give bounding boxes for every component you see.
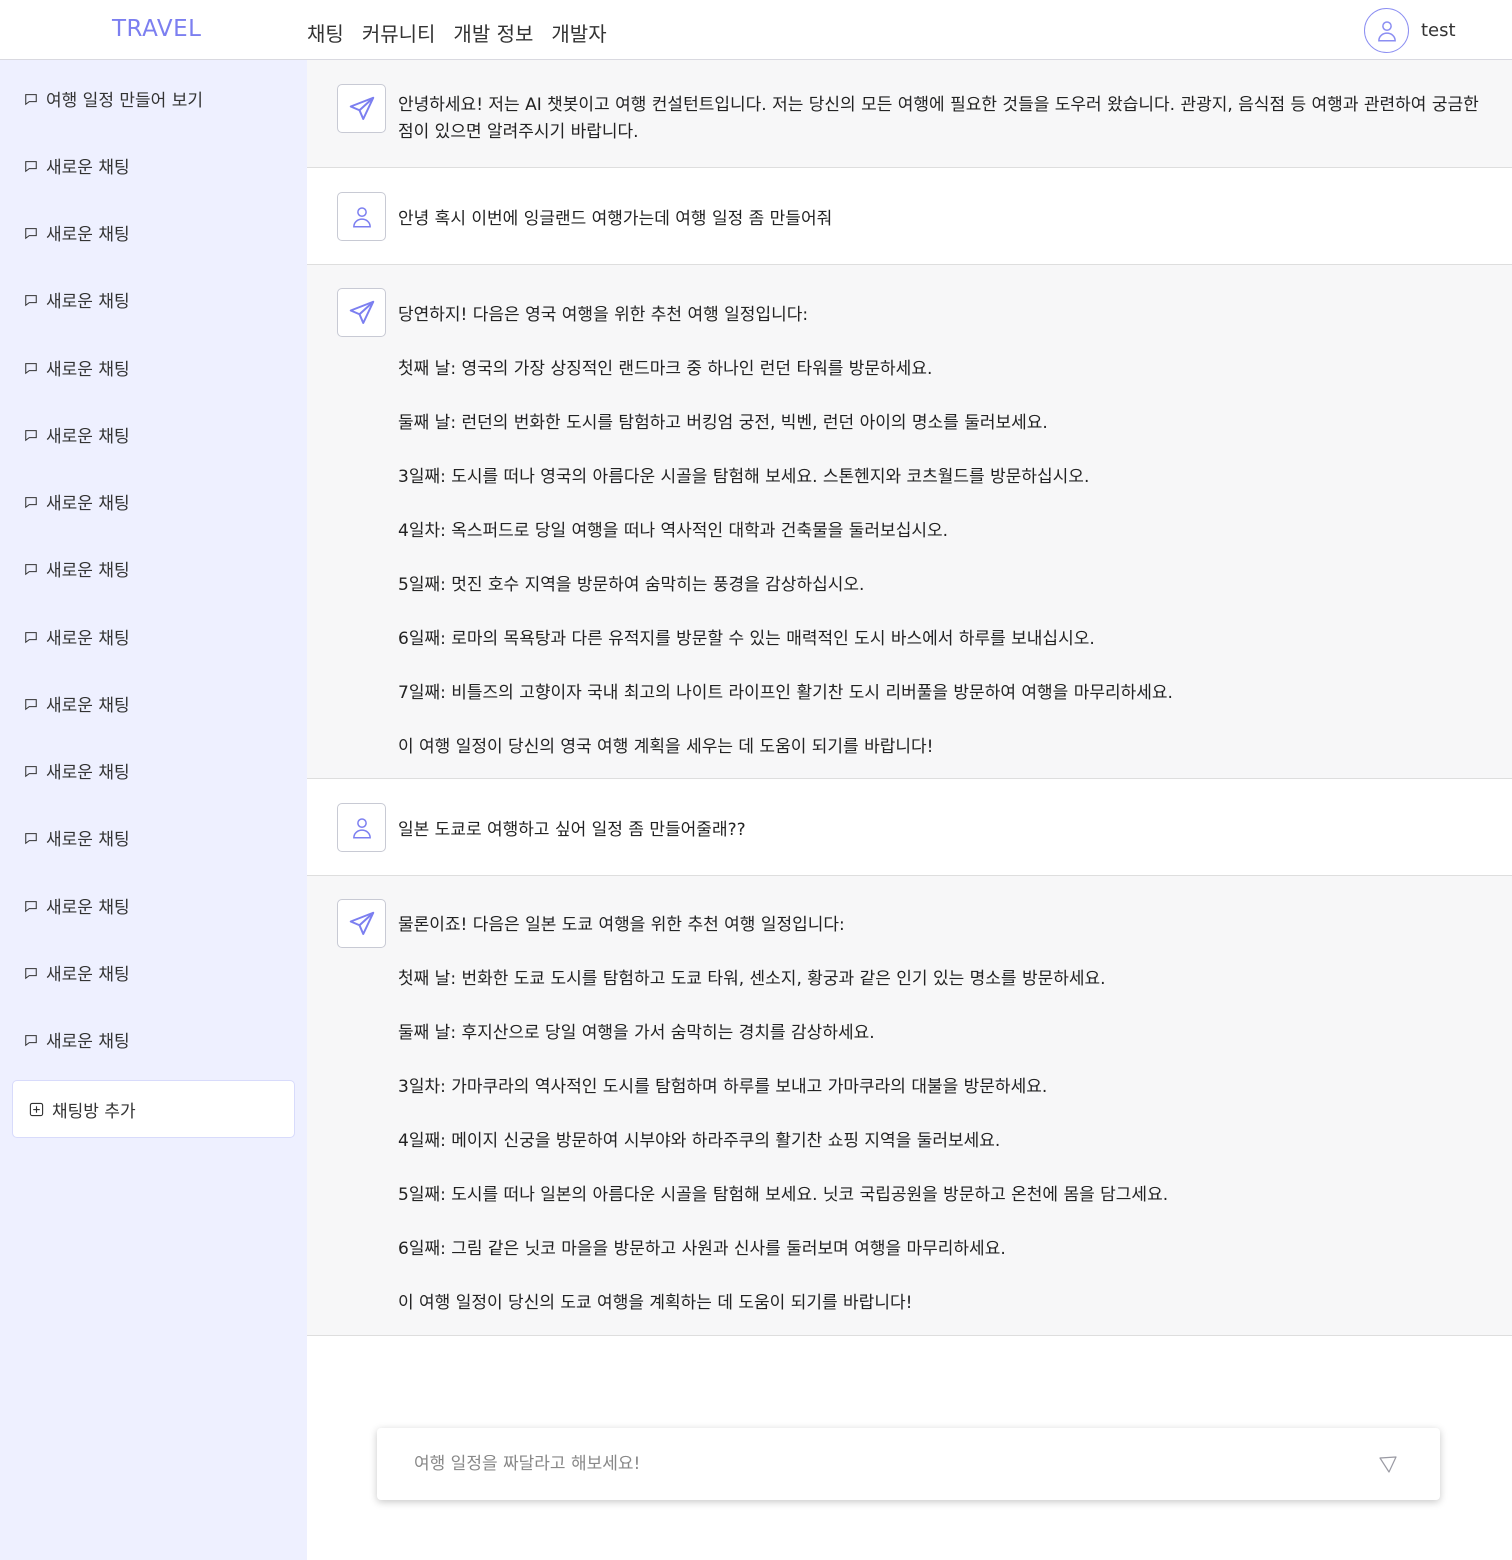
user-menu[interactable]: test xyxy=(1364,8,1456,53)
message-line: 5일째: 멋진 호수 지역을 방문하여 숨막히는 풍경을 감상하십시오. xyxy=(398,575,865,595)
sidebar-item-label: 새로운 채팅 xyxy=(46,494,130,514)
sidebar-item-chat[interactable]: 새로운 채팅 xyxy=(24,691,130,716)
message-line: 첫째 날: 영국의 가장 상징적인 랜드마크 중 하나인 런던 타워를 방문하세… xyxy=(398,359,933,379)
user-icon xyxy=(352,817,371,839)
message-line: 4일차: 옥스퍼드로 당일 여행을 떠나 역사적인 대학과 건축물을 둘러보십시… xyxy=(398,521,949,541)
sidebar-item-chat[interactable]: 새로운 채팅 xyxy=(24,624,130,649)
sidebar-item-label: 여행 일정 만들어 보기 xyxy=(46,91,203,111)
send-button[interactable] xyxy=(1378,1454,1400,1476)
sidebar-item-chat[interactable]: 새로운 채팅 xyxy=(24,825,130,850)
message-line: 물론이죠! 다음은 일본 도쿄 여행을 위한 추천 여행 일정입니다: xyxy=(398,915,845,935)
message-line: 둘째 날: 후지산으로 당일 여행을 가서 숨막히는 경치를 감상하세요. xyxy=(398,1023,875,1043)
top-navbar: TRAVEL 채팅 커뮤니티 개발 정보 개발자 test xyxy=(0,0,1512,60)
sidebar-item-chat[interactable]: 새로운 채팅 xyxy=(24,960,130,985)
bot-avatar xyxy=(337,899,386,948)
chat-bubble-icon xyxy=(24,159,38,173)
chat-input-box xyxy=(377,1428,1440,1500)
paper-plane-icon xyxy=(349,911,374,935)
sidebar-item-label: 새로운 채팅 xyxy=(46,965,130,985)
sidebar-item-label: 새로운 채팅 xyxy=(46,629,130,649)
sidebar-item-chat[interactable]: 새로운 채팅 xyxy=(24,1027,130,1052)
sidebar-item-label: 새로운 채팅 xyxy=(46,1032,130,1052)
message-line: 이 여행 일정이 당신의 영국 여행 계획을 세우는 데 도움이 되기를 바랍니… xyxy=(398,737,934,757)
bot-message: 안녕하세요! 저는 AI 챗봇이고 여행 컨설턴트입니다. 저는 당신의 모든 … xyxy=(307,60,1512,168)
paper-plane-icon xyxy=(349,96,374,120)
message-line: 6일째: 그림 같은 닛코 마을을 방문하고 사원과 신사를 둘러보며 여행을 … xyxy=(398,1239,1006,1259)
username: test xyxy=(1421,20,1456,41)
sidebar: 여행 일정 만들어 보기 새로운 채팅 새로운 채팅 새로운 채팅 새로운 채팅… xyxy=(0,60,307,1560)
message-line: 당연하지! 다음은 영국 여행을 위한 추천 여행 일정입니다: xyxy=(398,305,809,325)
message-text: 안녕 혹시 이번에 잉글랜드 여행가는데 여행 일정 좀 만들어줘 xyxy=(398,209,833,229)
chat-bubble-icon xyxy=(24,92,38,106)
sidebar-item-chat[interactable]: 새로운 채팅 xyxy=(24,556,130,581)
chat-bubble-icon xyxy=(24,831,38,845)
brand-logo[interactable]: TRAVEL xyxy=(112,16,201,42)
user-icon xyxy=(352,206,371,228)
sidebar-item-chat[interactable]: 새로운 채팅 xyxy=(24,355,130,380)
sidebar-item-label: 새로운 채팅 xyxy=(46,696,130,716)
user-avatar xyxy=(337,192,386,241)
sidebar-item-label: 새로운 채팅 xyxy=(46,763,130,783)
sidebar-item-chat[interactable]: 새로운 채팅 xyxy=(24,220,130,245)
sidebar-item-label: 새로운 채팅 xyxy=(46,427,130,447)
sidebar-item-chat[interactable]: 새로운 채팅 xyxy=(24,489,130,514)
chat-bubble-icon xyxy=(24,1033,38,1047)
chat-bubble-icon xyxy=(24,562,38,576)
sidebar-item-label: 새로운 채팅 xyxy=(46,292,130,312)
chat-bubble-icon xyxy=(24,899,38,913)
user-avatar xyxy=(337,803,386,852)
send-icon xyxy=(1379,1456,1397,1473)
message-line: 둘째 날: 런던의 번화한 도시를 탐험하고 버킹엄 궁전, 빅벤, 런던 아이… xyxy=(398,413,1048,433)
add-chat-room-button[interactable]: 채팅방 추가 xyxy=(12,1080,295,1138)
message-line: 5일째: 도시를 떠나 일본의 아름다운 시골을 탐험해 보세요. 닛코 국립공… xyxy=(398,1185,1169,1205)
message-line: 첫째 날: 번화한 도쿄 도시를 탐험하고 도쿄 타워, 센소지, 황궁과 같은… xyxy=(398,969,1106,989)
user-message: 일본 도쿄로 여행하고 싶어 일정 좀 만들어줄래?? xyxy=(307,779,1512,876)
sidebar-item-chat[interactable]: 새로운 채팅 xyxy=(24,287,130,312)
sidebar-item-label: 새로운 채팅 xyxy=(46,225,130,245)
sidebar-item-itinerary[interactable]: 여행 일정 만들어 보기 xyxy=(24,86,203,111)
sidebar-item-label: 새로운 채팅 xyxy=(46,158,130,178)
sidebar-item-label: 새로운 채팅 xyxy=(46,830,130,850)
chat-bubble-icon xyxy=(24,764,38,778)
sidebar-item-chat[interactable]: 새로운 채팅 xyxy=(24,153,130,178)
chat-bubble-icon xyxy=(24,630,38,644)
user-icon xyxy=(1377,20,1396,42)
sidebar-item-label: 새로운 채팅 xyxy=(46,561,130,581)
chat-bubble-icon xyxy=(24,361,38,375)
nav-community[interactable]: 커뮤니티 xyxy=(362,18,436,47)
message-text: 안녕하세요! 저는 AI 챗봇이고 여행 컨설턴트입니다. 저는 당신의 모든 … xyxy=(398,95,1479,142)
message-text: 일본 도쿄로 여행하고 싶어 일정 좀 만들어줄래?? xyxy=(398,820,746,840)
nav-dev-info[interactable]: 개발 정보 xyxy=(453,18,533,47)
paper-plane-icon xyxy=(349,300,374,324)
message-line: 7일째: 비틀즈의 고향이자 국내 최고의 나이트 라이프인 활기찬 도시 리버… xyxy=(398,683,1173,703)
sidebar-item-chat[interactable]: 새로운 채팅 xyxy=(24,758,130,783)
bot-avatar xyxy=(337,84,386,133)
chat-bubble-icon xyxy=(24,226,38,240)
nav-chat[interactable]: 채팅 xyxy=(307,18,344,47)
chat-bubble-icon xyxy=(24,966,38,980)
bot-message: 물론이죠! 다음은 일본 도쿄 여행을 위한 추천 여행 일정입니다: 첫째 날… xyxy=(307,876,1512,1336)
chat-input[interactable] xyxy=(377,1428,1367,1500)
sidebar-item-label: 새로운 채팅 xyxy=(46,898,130,918)
message-line: 3일차: 가마쿠라의 역사적인 도시를 탐험하며 하루를 보내고 가마쿠라의 대… xyxy=(398,1077,1048,1097)
bot-message: 당연하지! 다음은 영국 여행을 위한 추천 여행 일정입니다: 첫째 날: 영… xyxy=(307,265,1512,779)
chat-bubble-icon xyxy=(24,697,38,711)
add-chat-room-label: 채팅방 추가 xyxy=(52,1101,136,1122)
nav-developer[interactable]: 개발자 xyxy=(551,18,606,47)
chat-bubble-icon xyxy=(24,428,38,442)
message-line: 3일째: 도시를 떠나 영국의 아름다운 시골을 탐험해 보세요. 스톤헨지와 … xyxy=(398,467,1090,487)
chat-bubble-icon xyxy=(24,495,38,509)
avatar[interactable] xyxy=(1364,8,1409,53)
plus-square-icon xyxy=(29,1102,44,1117)
sidebar-item-label: 새로운 채팅 xyxy=(46,360,130,380)
sidebar-item-chat[interactable]: 새로운 채팅 xyxy=(24,422,130,447)
bot-avatar xyxy=(337,288,386,337)
sidebar-item-chat[interactable]: 새로운 채팅 xyxy=(24,893,130,918)
chat-bubble-icon xyxy=(24,293,38,307)
message-line: 6일째: 로마의 목욕탕과 다른 유적지를 방문할 수 있는 매력적인 도시 바… xyxy=(398,629,1095,649)
message-line: 이 여행 일정이 당신의 도쿄 여행을 계획하는 데 도움이 되기를 바랍니다! xyxy=(398,1293,913,1313)
message-line: 4일째: 메이지 신궁을 방문하여 시부야와 하라주쿠의 활기찬 쇼핑 지역을 … xyxy=(398,1131,1001,1151)
main-nav: 채팅 커뮤니티 개발 정보 개발자 xyxy=(307,18,607,47)
user-message: 안녕 혹시 이번에 잉글랜드 여행가는데 여행 일정 좀 만들어줘 xyxy=(307,168,1512,265)
